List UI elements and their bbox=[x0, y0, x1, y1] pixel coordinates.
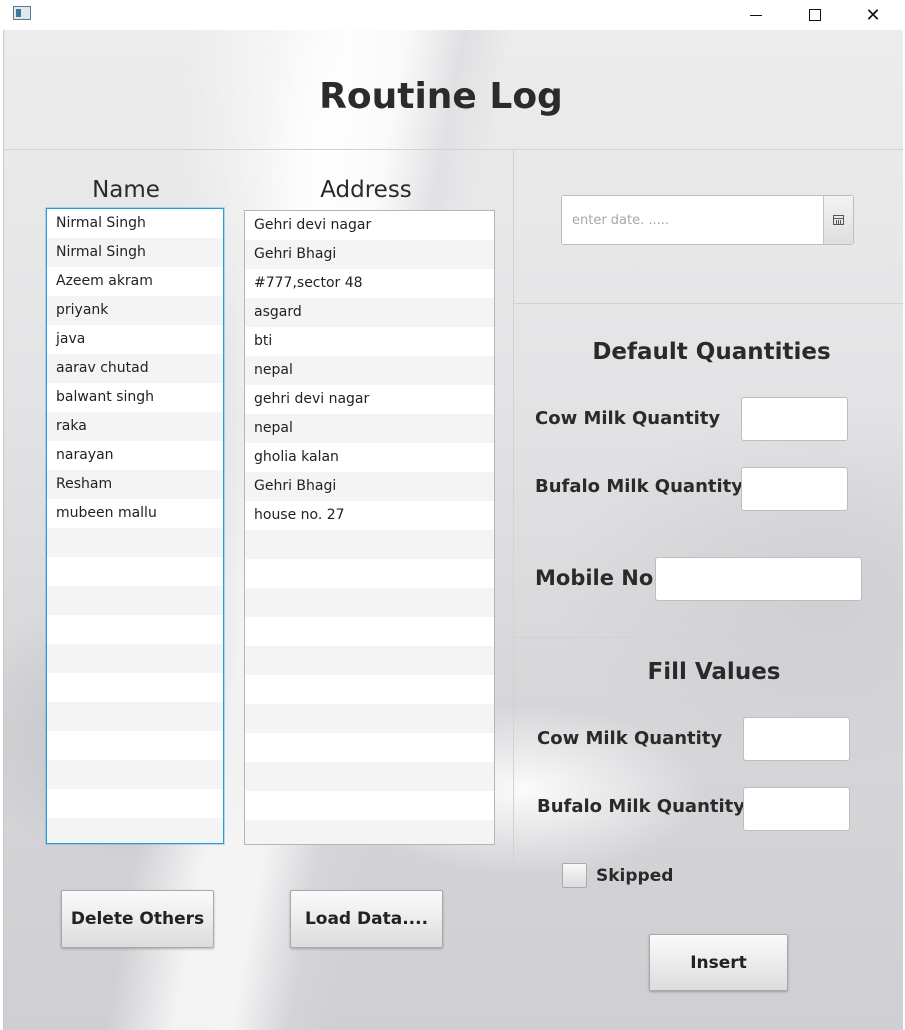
column-divider bbox=[513, 150, 514, 1030]
address-list-item[interactable]: bti bbox=[245, 327, 494, 356]
defaults-section-divider bbox=[514, 637, 903, 638]
address-list-item[interactable] bbox=[245, 762, 494, 791]
default-quantities-heading: Default Quantities bbox=[592, 339, 831, 365]
name-list-item[interactable] bbox=[47, 818, 223, 843]
fill-bufalo-milk-label: Bufalo Milk Quantity bbox=[537, 796, 745, 817]
address-list-item[interactable] bbox=[245, 820, 494, 844]
name-list-item[interactable]: Nirmal Singh bbox=[47, 238, 223, 267]
name-list-item[interactable] bbox=[47, 760, 223, 789]
name-list-item[interactable]: Resham bbox=[47, 470, 223, 499]
minimize-icon bbox=[750, 14, 762, 16]
address-list-item[interactable]: nepal bbox=[245, 414, 494, 443]
name-list-item[interactable]: balwant singh bbox=[47, 383, 223, 412]
address-column-heading: Address bbox=[320, 177, 412, 203]
address-list-item[interactable] bbox=[245, 559, 494, 588]
name-list-item[interactable] bbox=[47, 702, 223, 731]
fill-cow-milk-label: Cow Milk Quantity bbox=[537, 728, 723, 749]
address-list-item[interactable]: Gehri Bhagi bbox=[245, 472, 494, 501]
date-picker bbox=[561, 195, 854, 245]
address-list-item[interactable] bbox=[245, 704, 494, 733]
skipped-checkbox[interactable] bbox=[562, 863, 587, 888]
address-list-item[interactable] bbox=[245, 617, 494, 646]
address-list-item[interactable]: Gehri devi nagar bbox=[245, 211, 494, 240]
name-list-item[interactable] bbox=[47, 789, 223, 818]
maximize-icon bbox=[809, 9, 821, 21]
app-window-icon bbox=[13, 6, 31, 20]
name-list-item[interactable]: priyank bbox=[47, 296, 223, 325]
name-list-item[interactable] bbox=[47, 557, 223, 586]
name-list-item[interactable]: mubeen mallu bbox=[47, 499, 223, 528]
address-list[interactable]: Gehri devi nagar Gehri Bhagi #777,sector 4… bbox=[244, 210, 495, 845]
calendar-icon bbox=[833, 215, 844, 225]
address-list-item[interactable]: nepal bbox=[245, 356, 494, 385]
title-bar: ✕ bbox=[0, 0, 905, 30]
insert-button[interactable]: Insert bbox=[649, 934, 788, 991]
name-column-heading: Name bbox=[92, 177, 160, 203]
address-list-item[interactable]: asgard bbox=[245, 298, 494, 327]
name-list-item[interactable] bbox=[47, 586, 223, 615]
address-list-item[interactable]: gehri devi nagar bbox=[245, 385, 494, 414]
address-list-item[interactable] bbox=[245, 733, 494, 762]
mobile-number-input[interactable] bbox=[655, 557, 862, 601]
address-list-item[interactable]: gholia kalan bbox=[245, 443, 494, 472]
skipped-label[interactable]: Skipped bbox=[596, 866, 673, 886]
default-cow-milk-input[interactable] bbox=[741, 397, 848, 441]
name-list-item[interactable]: java bbox=[47, 325, 223, 354]
date-input[interactable] bbox=[562, 196, 824, 244]
address-list-item[interactable] bbox=[245, 791, 494, 820]
fill-cow-milk-input[interactable] bbox=[743, 717, 850, 761]
date-section-divider bbox=[514, 303, 903, 304]
minimize-button[interactable] bbox=[727, 0, 785, 30]
default-bufalo-milk-label: Bufalo Milk Quantity bbox=[535, 476, 743, 497]
close-button[interactable]: ✕ bbox=[844, 0, 902, 30]
name-list[interactable]: Nirmal Singh Nirmal Singh Azeem akram priya… bbox=[46, 208, 224, 844]
name-list-item[interactable] bbox=[47, 731, 223, 760]
app-window: Routine Log Name Address Nirmal Singh Nir… bbox=[3, 30, 903, 1030]
name-list-item[interactable] bbox=[47, 615, 223, 644]
name-list-item[interactable] bbox=[47, 644, 223, 673]
address-list-item[interactable] bbox=[245, 646, 494, 675]
name-list-item[interactable] bbox=[47, 673, 223, 702]
delete-others-button[interactable]: Delete Others bbox=[61, 890, 214, 948]
name-list-item[interactable]: aarav chutad bbox=[47, 354, 223, 383]
load-data-button[interactable]: Load Data.... bbox=[290, 890, 443, 948]
fill-values-heading: Fill Values bbox=[647, 659, 781, 685]
page-title: Routine Log bbox=[319, 76, 563, 117]
name-list-item[interactable]: Azeem akram bbox=[47, 267, 223, 296]
maximize-button[interactable] bbox=[786, 0, 844, 30]
header-divider bbox=[4, 149, 903, 150]
address-list-item[interactable] bbox=[245, 588, 494, 617]
default-cow-milk-label: Cow Milk Quantity bbox=[535, 408, 721, 429]
mobile-number-label: Mobile No. bbox=[535, 566, 662, 590]
name-list-item[interactable]: Nirmal Singh bbox=[47, 209, 223, 238]
name-list-item[interactable] bbox=[47, 528, 223, 557]
address-list-item[interactable]: house no. 27 bbox=[245, 501, 494, 530]
name-list-item[interactable]: raka bbox=[47, 412, 223, 441]
address-list-item[interactable] bbox=[245, 530, 494, 559]
fill-bufalo-milk-input[interactable] bbox=[743, 787, 850, 831]
calendar-button[interactable] bbox=[823, 196, 853, 244]
close-icon: ✕ bbox=[865, 4, 881, 26]
address-list-item[interactable] bbox=[245, 675, 494, 704]
address-list-item[interactable]: Gehri Bhagi bbox=[245, 240, 494, 269]
address-list-item[interactable]: #777,sector 48 bbox=[245, 269, 494, 298]
default-bufalo-milk-input[interactable] bbox=[741, 467, 848, 511]
name-list-item[interactable]: narayan bbox=[47, 441, 223, 470]
